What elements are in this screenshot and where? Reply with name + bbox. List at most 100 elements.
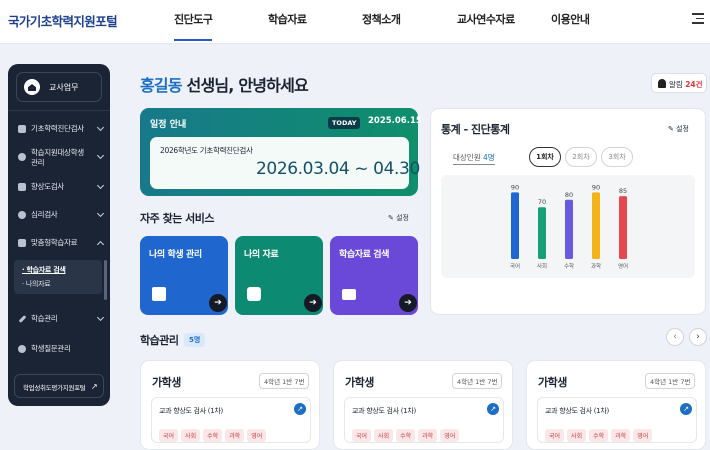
- bar-과학: [592, 192, 600, 259]
- student-card[interactable]: 가학생 4학년 1반 7번 교과 향상도 검사 (1차) ↗ 국어 사회 수학 과학 영…: [526, 360, 706, 450]
- arrow-right-icon[interactable]: ➔: [304, 294, 322, 312]
- chevron-down-icon: [96, 181, 105, 190]
- subject-tag: 영어: [247, 429, 267, 442]
- setting-label: 설정: [396, 214, 409, 222]
- arrow-right-icon[interactable]: ➔: [209, 294, 227, 312]
- external-link-icon[interactable]: ↗: [680, 403, 692, 415]
- subject-tag: 과학: [418, 429, 438, 442]
- service-my-materials[interactable]: 나의 자료 ➔: [235, 236, 323, 315]
- clipboard-icon: [247, 287, 261, 301]
- folder-icon: [18, 239, 26, 247]
- sidebar-item-label-line2: 관리: [31, 158, 45, 167]
- notification-count: 24건: [685, 80, 703, 89]
- student-card[interactable]: 가학생 4학년 1반 7번 교과 향상도 검사 (1차) ↗ 국어 사회 수학 과학 영…: [140, 360, 320, 450]
- today-date: 2025.06.15: [368, 116, 422, 126]
- bar-category-label: 사회: [537, 262, 547, 270]
- bar-국어: [511, 192, 519, 259]
- submenu-item-my-materials[interactable]: · 나의자료: [22, 279, 51, 289]
- schedule-card: 일정 안내 TODAY 2025.06.15 2026학년도 기초학력진단검사 …: [140, 108, 422, 196]
- event-title: 2026학년도 기초학력진단검사: [160, 146, 253, 155]
- sidebar-item-label: 학습지원대상학생: [31, 148, 84, 157]
- management-count-badge: 5명: [184, 333, 206, 347]
- sidebar-scrollbar[interactable]: [104, 260, 107, 300]
- bar-value-label: 90: [592, 183, 600, 191]
- service-label: 학습자료 검색: [339, 250, 390, 260]
- sidebar-submenu: · 학습자료 검색 · 나의자료: [14, 260, 102, 294]
- bar-영어: [619, 196, 627, 259]
- bar-category-label: 국어: [510, 262, 520, 270]
- bar-category-label: 과학: [591, 262, 601, 270]
- sidebar-item-support-students[interactable]: 학습지원대상학생 관리: [18, 148, 105, 168]
- service-my-students[interactable]: 나의 학생 관리 ➔: [140, 236, 228, 315]
- student-card[interactable]: 가학생 4학년 1반 7번 교과 향상도 검사 (1차) ↗ 국어 사회 수학 과학 영…: [333, 360, 513, 450]
- subject-tag: 사회: [374, 429, 394, 442]
- nav-teacher-training[interactable]: 교사연수자료: [457, 11, 515, 27]
- arrow-right-icon[interactable]: ➔: [399, 294, 417, 312]
- target-count: 4명: [483, 153, 495, 162]
- sidebar: 교사업무 기초학력진단검사 학습지원대상학생 관리 향상도검사 심리검사 맞춤형…: [8, 64, 110, 406]
- sidebar-home-label: 교사업무: [49, 83, 79, 92]
- subject-tag: 수학: [203, 429, 223, 442]
- sidebar-item-label: 학습관리: [31, 314, 58, 323]
- submenu-item-material-search[interactable]: · 학습자료 검색: [22, 265, 66, 275]
- subject-tags: 국어 사회 수학 과학 영어: [352, 423, 462, 442]
- nav-diagnosis-tools[interactable]: 진단도구: [174, 11, 213, 41]
- target-label: 대상인원: [453, 153, 481, 162]
- services-setting-button[interactable]: ✎ 설정: [388, 213, 409, 223]
- subject-tag: 국어: [352, 429, 372, 442]
- achievement-portal-button[interactable]: 학업성취도평가지원포털 ↗: [14, 374, 104, 398]
- student-icon: [18, 153, 26, 161]
- site-logo[interactable]: 국가기초학력지원포털: [8, 11, 118, 30]
- carousel-prev-button[interactable]: ‹: [666, 328, 684, 346]
- bar-value-label: 85: [619, 187, 627, 195]
- today-badge: TODAY: [328, 117, 361, 129]
- stats-chart-area: 90 국어 70 사회 80 수학 90 과학 85 영어: [441, 175, 695, 278]
- student-class: 4학년 1반 7번: [259, 373, 310, 389]
- test-item[interactable]: 교과 향상도 검사 (1차) ↗ 국어 사회 수학 과학 영어: [344, 397, 504, 443]
- service-label: 나의 자료: [244, 250, 279, 260]
- book-icon: [152, 287, 166, 301]
- subject-tag: 사회: [181, 429, 201, 442]
- teacher-name: 홍길동: [140, 76, 183, 95]
- nav-usage-guide[interactable]: 이용안내: [551, 11, 590, 27]
- subject-tag: 수학: [589, 429, 609, 442]
- chart-icon: [18, 183, 26, 191]
- external-link-icon[interactable]: ↗: [487, 403, 499, 415]
- service-label: 나의 학생 관리: [149, 250, 202, 260]
- subject-tags: 국어 사회 수학 과학 영어: [545, 423, 655, 442]
- carousel-next-button[interactable]: ›: [689, 328, 707, 346]
- folder-icon: [342, 289, 356, 300]
- external-link-icon[interactable]: ↗: [294, 403, 306, 415]
- nav-learning-materials[interactable]: 학습자료: [268, 11, 307, 27]
- stats-bar-chart: 90 국어 70 사회 80 수학 90 과학 85 영어: [510, 183, 628, 270]
- bar-category-label: 영어: [618, 262, 628, 270]
- sidebar-item-label: 학생질문관리: [31, 344, 71, 353]
- round-3-button[interactable]: 3회차: [601, 147, 633, 167]
- top-header: 국가기초학력지원포털 진단도구 학습자료 정책소개 교사연수자료 이용안내: [0, 0, 710, 44]
- test-title: 교과 향상도 검사 (1차): [352, 407, 416, 415]
- subject-tag: 사회: [567, 429, 587, 442]
- sidebar-divider: [8, 110, 110, 111]
- notification-button[interactable]: 알림 24건: [651, 73, 707, 93]
- student-name: 가학생: [538, 376, 567, 389]
- schedule-event[interactable]: 2026학년도 기초학력진단검사 2026.03.04 ~ 04.30: [150, 137, 420, 189]
- menu-icon[interactable]: [692, 13, 704, 25]
- stats-setting-button[interactable]: ✎ 설정: [668, 124, 689, 134]
- bar-수학: [565, 199, 573, 259]
- round-1-button[interactable]: 1회차: [529, 147, 561, 167]
- pencil-icon: [18, 315, 27, 323]
- round-2-button[interactable]: 2회차: [565, 147, 597, 167]
- services-title: 자주 찾는 서비스: [140, 212, 215, 225]
- subject-tag: 국어: [545, 429, 565, 442]
- service-material-search[interactable]: 학습자료 검색 ➔: [330, 236, 418, 315]
- nav-policy[interactable]: 정책소개: [362, 11, 401, 27]
- test-title: 교과 향상도 검사 (1차): [545, 407, 609, 415]
- chevron-up-icon: [96, 240, 105, 249]
- chevron-down-icon: [96, 313, 105, 322]
- subject-tag: 영어: [633, 429, 653, 442]
- sidebar-home-button[interactable]: 교사업무: [16, 72, 102, 102]
- test-item[interactable]: 교과 향상도 검사 (1차) ↗ 국어 사회 수학 과학 영어: [151, 397, 311, 443]
- stats-card: 통계 - 진단통계 ✎ 설정 대상인원 4명 1회차 2회차 3회차 90 국어 7…: [430, 108, 706, 315]
- target-count-link[interactable]: 대상인원 4명: [453, 152, 495, 165]
- test-item[interactable]: 교과 향상도 검사 (1차) ↗ 국어 사회 수학 과학 영어: [537, 397, 697, 443]
